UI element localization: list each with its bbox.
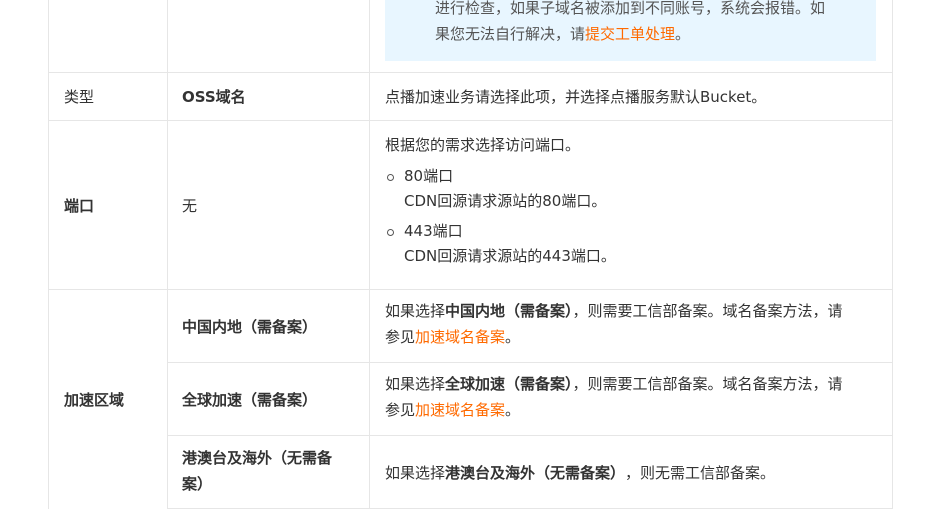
table-row-type: 类型 OSS域名 点播加速业务请选择此项，并选择点播服务默认Bucket。 (49, 72, 892, 121)
filing-link[interactable]: 加速域名备案 (415, 401, 505, 419)
row-value: 全球加速（需备案） (168, 363, 370, 435)
row-value-empty (168, 0, 370, 72)
list-item: 80端口 CDN回源请求源站的80端口。 (385, 164, 878, 214)
row-desc: 如果选择 港澳台及海外（无需备案） ，则无需工信部备案。 (385, 463, 776, 482)
table-row-region-overseas: 港澳台及海外（无需备 案） 如果选择 港澳台及海外（无需备案） ，则无需工信部备案。 (168, 436, 892, 509)
circle-bullet-icon (387, 174, 394, 181)
row-value: OSS域名 (168, 72, 370, 120)
note-line-2: 果您无法自行解决，请提交工单处理。 (435, 25, 691, 43)
submit-ticket-link[interactable]: 提交工单处理 (585, 25, 675, 43)
filing-link[interactable]: 加速域名备案 (415, 328, 505, 346)
row-desc: 如果选择全球加速（需备案），则需要工信部备案。域名备案方法，请 参见加速域名备案… (385, 375, 843, 419)
port-desc: 根据您的需求选择访问端口。 (385, 136, 581, 154)
row-label: 端口 (49, 121, 168, 289)
port-options-list: 80端口 CDN回源请求源站的80端口。 443端口 CDN回源请求源站的443… (385, 164, 878, 269)
row-desc: 如果选择中国内地（需备案），则需要工信部备案。域名备案方法，请 参见加速域名备案… (385, 302, 843, 346)
table-row-region-global: 全球加速（需备案） 如果选择全球加速（需备案），则需要工信部备案。域名备案方法，… (168, 363, 892, 436)
row-value: 中国内地（需备案） (168, 290, 370, 362)
list-item: 443端口 CDN回源请求源站的443端口。 (385, 219, 878, 269)
row-label: 类型 (49, 72, 168, 120)
circle-bullet-icon (387, 229, 394, 236)
info-note: 进行检查，如果子域名被添加到不同账号，系统会报错。如 果您无法自行解决，请提交工… (385, 0, 876, 61)
note-line-1: 进行检查，如果子域名被添加到不同账号，系统会报错。如 (435, 0, 826, 17)
config-table: 进行检查，如果子域名被添加到不同账号，系统会报错。如 果您无法自行解决，请提交工… (48, 0, 893, 509)
table-row-region-mainland: 中国内地（需备案） 如果选择中国内地（需备案），则需要工信部备案。域名备案方法，… (168, 290, 892, 363)
region-label: 加速区域 (49, 290, 168, 509)
row-value: 港澳台及海外（无需备 案） (168, 436, 370, 508)
row-desc: 点播加速业务请选择此项，并选择点播服务默认Bucket。 (385, 87, 767, 106)
row-desc: 根据您的需求选择访问端口。 80端口 CDN回源请求源站的80端口。 443端口… (370, 121, 892, 289)
row-value: 无 (168, 121, 370, 289)
row-label-empty (49, 0, 168, 72)
table-row-port: 端口 无 根据您的需求选择访问端口。 80端口 CDN回源请求源站的80端口。 … (49, 121, 892, 290)
